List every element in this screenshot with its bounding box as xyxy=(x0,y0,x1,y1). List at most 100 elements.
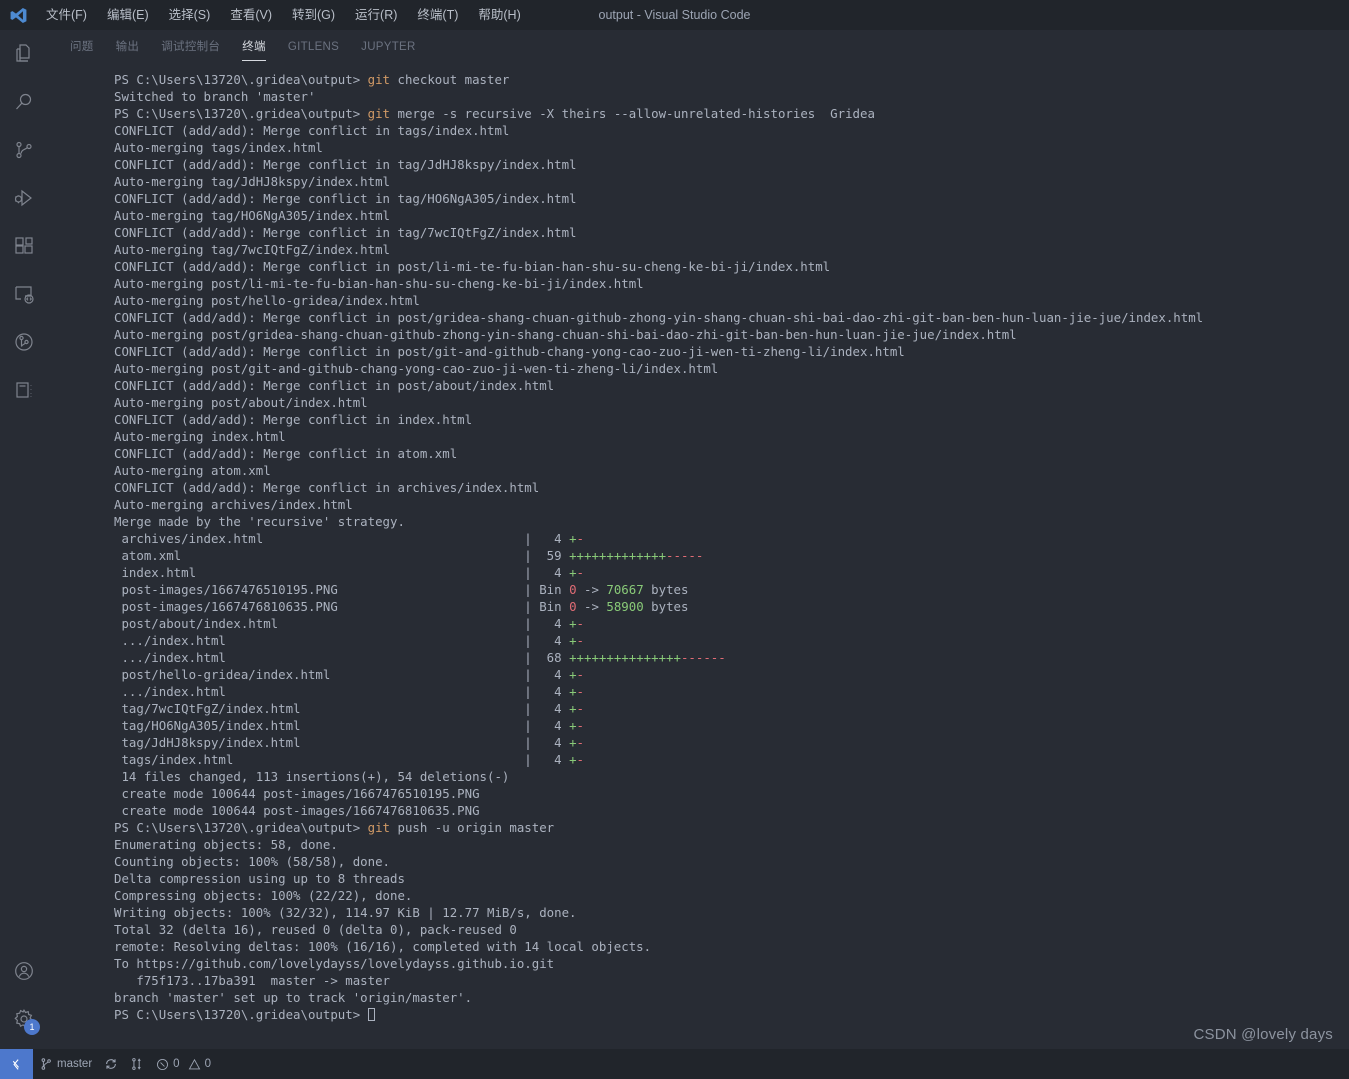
terminal-text: - xyxy=(576,718,584,733)
terminal-text: + xyxy=(569,565,577,580)
tab-gitlens[interactable]: GITLENS xyxy=(278,30,349,65)
account-icon[interactable] xyxy=(0,947,48,995)
git-branch-icon xyxy=(39,1057,53,1071)
terminal-text: create mode 100644 post-images/166747651… xyxy=(114,786,480,801)
terminal-text: Auto-merging post/git-and-github-chang-y… xyxy=(114,361,719,376)
terminal-text: merge -s recursive -X theirs --allow-unr… xyxy=(390,106,875,121)
terminal-text: Auto-merging index.html xyxy=(114,429,286,444)
terminal-line: branch 'master' set up to track 'origin/… xyxy=(114,989,1349,1006)
status-problems[interactable]: 0 0 xyxy=(150,1049,217,1079)
files-explorer-icon[interactable] xyxy=(0,30,48,78)
terminal-text: Auto-merging post/li-mi-te-fu-bian-han-s… xyxy=(114,276,644,291)
terminal-text: post/about/index.html | 4 xyxy=(114,616,570,631)
tab-jupyter[interactable]: JUPYTER xyxy=(351,30,426,65)
jupyter-notebook-icon[interactable] xyxy=(0,366,48,414)
terminal-line: post/hello-gridea/index.html | 4 +- xyxy=(114,666,1349,683)
terminal-line: atom.xml | 59 +++++++++++++----- xyxy=(114,547,1349,564)
status-branch[interactable]: master xyxy=(33,1049,98,1079)
terminal-text: Auto-merging archives/index.html xyxy=(114,497,353,512)
activity-bar: 1 xyxy=(0,30,48,1049)
tab-debug-console[interactable]: 调试控制台 xyxy=(151,30,230,65)
terminal-text: - xyxy=(576,752,584,767)
terminal-line: index.html | 4 +- xyxy=(114,564,1349,581)
menu-help[interactable]: 帮助(H) xyxy=(468,0,530,30)
menu-run[interactable]: 运行(R) xyxy=(345,0,407,30)
terminal-text: Counting objects: 100% (58/58), done. xyxy=(114,854,391,869)
status-git-compare[interactable] xyxy=(124,1049,150,1079)
terminal-text: git xyxy=(367,72,391,87)
run-and-debug-icon[interactable] xyxy=(0,174,48,222)
terminal-line: To https://github.com/lovelydayss/lovely… xyxy=(114,955,1349,972)
terminal-line: CONFLICT (add/add): Merge conflict in at… xyxy=(114,445,1349,462)
terminal-text: +++++++++++++ xyxy=(569,548,667,563)
terminal-text: Auto-merging post/about/index.html xyxy=(114,395,368,410)
terminal-line: tags/index.html | 4 +- xyxy=(114,751,1349,768)
settings-gear-icon[interactable]: 1 xyxy=(0,995,48,1043)
tab-problems[interactable]: 问题 xyxy=(60,30,104,65)
terminal-view[interactable]: PS C:\Users\13720\.gridea\output> git ch… xyxy=(48,65,1349,1049)
terminal-line: Total 32 (delta 16), reused 0 (delta 0),… xyxy=(114,921,1349,938)
terminal-line: Delta compression using up to 8 threads xyxy=(114,870,1349,887)
terminal-text: post/hello-gridea/index.html | 4 xyxy=(114,667,570,682)
search-icon[interactable] xyxy=(0,78,48,126)
warning-icon xyxy=(188,1058,201,1071)
bottom-panel: 问题 输出 调试控制台 终端 GITLENS JUPYTER PS C:\Use… xyxy=(48,30,1349,1049)
terminal-line: Auto-merging post/li-mi-te-fu-bian-han-s… xyxy=(114,275,1349,292)
terminal-text: CONFLICT (add/add): Merge conflict in in… xyxy=(114,412,473,427)
terminal-text: 58900 xyxy=(606,599,644,614)
terminal-text: - xyxy=(576,667,584,682)
terminal-line: CONFLICT (add/add): Merge conflict in ar… xyxy=(114,479,1349,496)
tab-terminal[interactable]: 终端 xyxy=(232,30,276,65)
terminal-line: .../index.html | 4 +- xyxy=(114,683,1349,700)
terminal-text: + xyxy=(569,701,577,716)
terminal-text: CONFLICT (add/add): Merge conflict in po… xyxy=(114,310,1204,325)
remote-window-icon[interactable] xyxy=(0,1049,33,1079)
terminal-line: CONFLICT (add/add): Merge conflict in ta… xyxy=(114,190,1349,207)
terminal-line: Switched to branch 'master' xyxy=(114,88,1349,105)
terminal-text: .../index.html | 4 xyxy=(114,633,570,648)
terminal-text: - xyxy=(576,735,584,750)
terminal-line: CONFLICT (add/add): Merge conflict in ta… xyxy=(114,122,1349,139)
menu-terminal[interactable]: 终端(T) xyxy=(407,0,468,30)
terminal-text: create mode 100644 post-images/166747681… xyxy=(114,803,480,818)
terminal-line: PS C:\Users\13720\.gridea\output> xyxy=(114,1006,1349,1023)
terminal-line: Auto-merging index.html xyxy=(114,428,1349,445)
terminal-text: Auto-merging post/hello-gridea/index.htm… xyxy=(114,293,420,308)
terminal-text: -> xyxy=(576,599,607,614)
menu-file[interactable]: 文件(F) xyxy=(36,0,97,30)
tab-output[interactable]: 输出 xyxy=(106,30,150,65)
source-control-icon[interactable] xyxy=(0,126,48,174)
terminal-text: tags/index.html | 4 xyxy=(114,752,570,767)
terminal-text: PS C:\Users\13720\.gridea\output> xyxy=(114,106,368,121)
terminal-text: PS C:\Users\13720\.gridea\output> xyxy=(114,820,368,835)
terminal-line: create mode 100644 post-images/166747681… xyxy=(114,802,1349,819)
terminal-line: Auto-merging archives/index.html xyxy=(114,496,1349,513)
terminal-text: git xyxy=(367,820,391,835)
git-compare-icon xyxy=(130,1057,144,1071)
terminal-output: PS C:\Users\13720\.gridea\output> git ch… xyxy=(114,71,1349,1023)
remote-explorer-icon[interactable] xyxy=(0,270,48,318)
menu-go[interactable]: 转到(G) xyxy=(282,0,345,30)
gitlens-icon[interactable] xyxy=(0,318,48,366)
terminal-line: Merge made by the 'recursive' strategy. xyxy=(114,513,1349,530)
terminal-text: index.html | 4 xyxy=(114,565,570,580)
extensions-icon[interactable] xyxy=(0,222,48,270)
terminal-line: post-images/1667476510195.PNG | Bin 0 ->… xyxy=(114,581,1349,598)
error-count: 0 xyxy=(173,1058,180,1070)
menu-bar: 文件(F) 编辑(E) 选择(S) 查看(V) 转到(G) 运行(R) 终端(T… xyxy=(36,0,531,30)
terminal-line: PS C:\Users\13720\.gridea\output> git ch… xyxy=(114,71,1349,88)
terminal-text: CONFLICT (add/add): Merge conflict in po… xyxy=(114,378,555,393)
terminal-text: archives/index.html | 4 xyxy=(114,531,570,546)
menu-view[interactable]: 查看(V) xyxy=(220,0,282,30)
terminal-text: Total 32 (delta 16), reused 0 (delta 0),… xyxy=(114,922,517,937)
terminal-text: Writing objects: 100% (32/32), 114.97 Ki… xyxy=(114,905,577,920)
menu-edit[interactable]: 编辑(E) xyxy=(97,0,159,30)
menu-selection[interactable]: 选择(S) xyxy=(159,0,221,30)
status-sync[interactable] xyxy=(98,1049,124,1079)
terminal-line: Auto-merging post/hello-gridea/index.htm… xyxy=(114,292,1349,309)
terminal-line: archives/index.html | 4 +- xyxy=(114,530,1349,547)
terminal-text: Delta compression using up to 8 threads xyxy=(114,871,405,886)
terminal-text: CONFLICT (add/add): Merge conflict in ta… xyxy=(114,225,577,240)
terminal-text: bytes xyxy=(643,582,689,597)
terminal-text: -> xyxy=(576,582,607,597)
